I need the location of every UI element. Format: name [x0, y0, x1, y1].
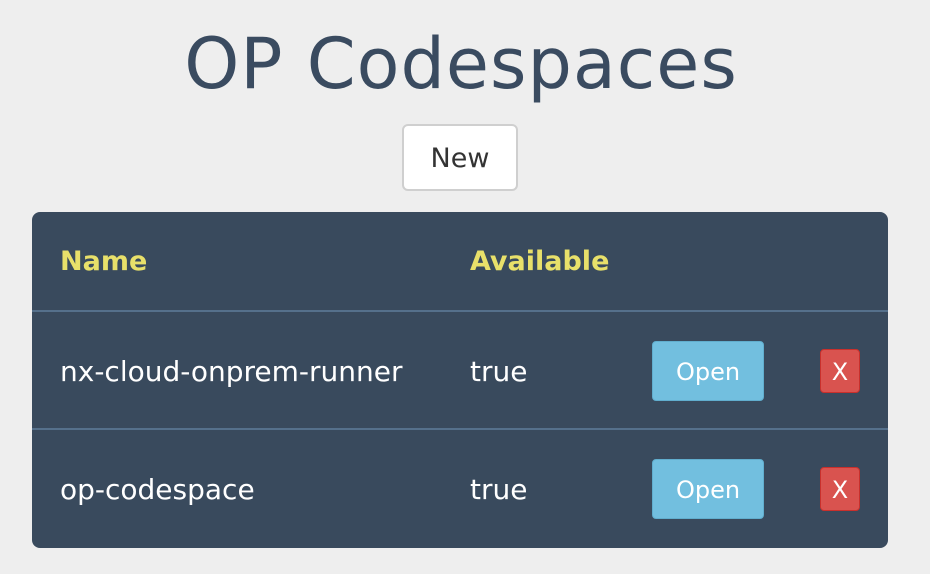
codespace-available: true — [470, 472, 528, 506]
delete-button[interactable]: X — [820, 349, 860, 393]
table-row: op-codespace true Open X — [32, 428, 888, 548]
delete-cell: X — [820, 430, 860, 548]
delete-cell: X — [820, 312, 860, 430]
delete-button[interactable]: X — [820, 467, 860, 511]
column-header-available: Available — [470, 245, 610, 277]
codespace-name: nx-cloud-onprem-runner — [60, 354, 403, 388]
table-header-row: Name Available — [32, 212, 888, 310]
table-row: nx-cloud-onprem-runner true Open X — [32, 310, 888, 430]
column-header-name: Name — [60, 245, 148, 277]
page-title: OP Codespaces — [184, 23, 738, 105]
open-cell: Open — [652, 430, 764, 548]
open-button[interactable]: Open — [652, 459, 764, 519]
open-button[interactable]: Open — [652, 341, 764, 401]
codespaces-table: Name Available nx-cloud-onprem-runner tr… — [32, 212, 888, 548]
codespace-name: op-codespace — [60, 472, 255, 506]
codespace-available: true — [470, 354, 528, 388]
open-cell: Open — [652, 312, 764, 430]
new-codespace-button[interactable]: New — [402, 124, 518, 191]
